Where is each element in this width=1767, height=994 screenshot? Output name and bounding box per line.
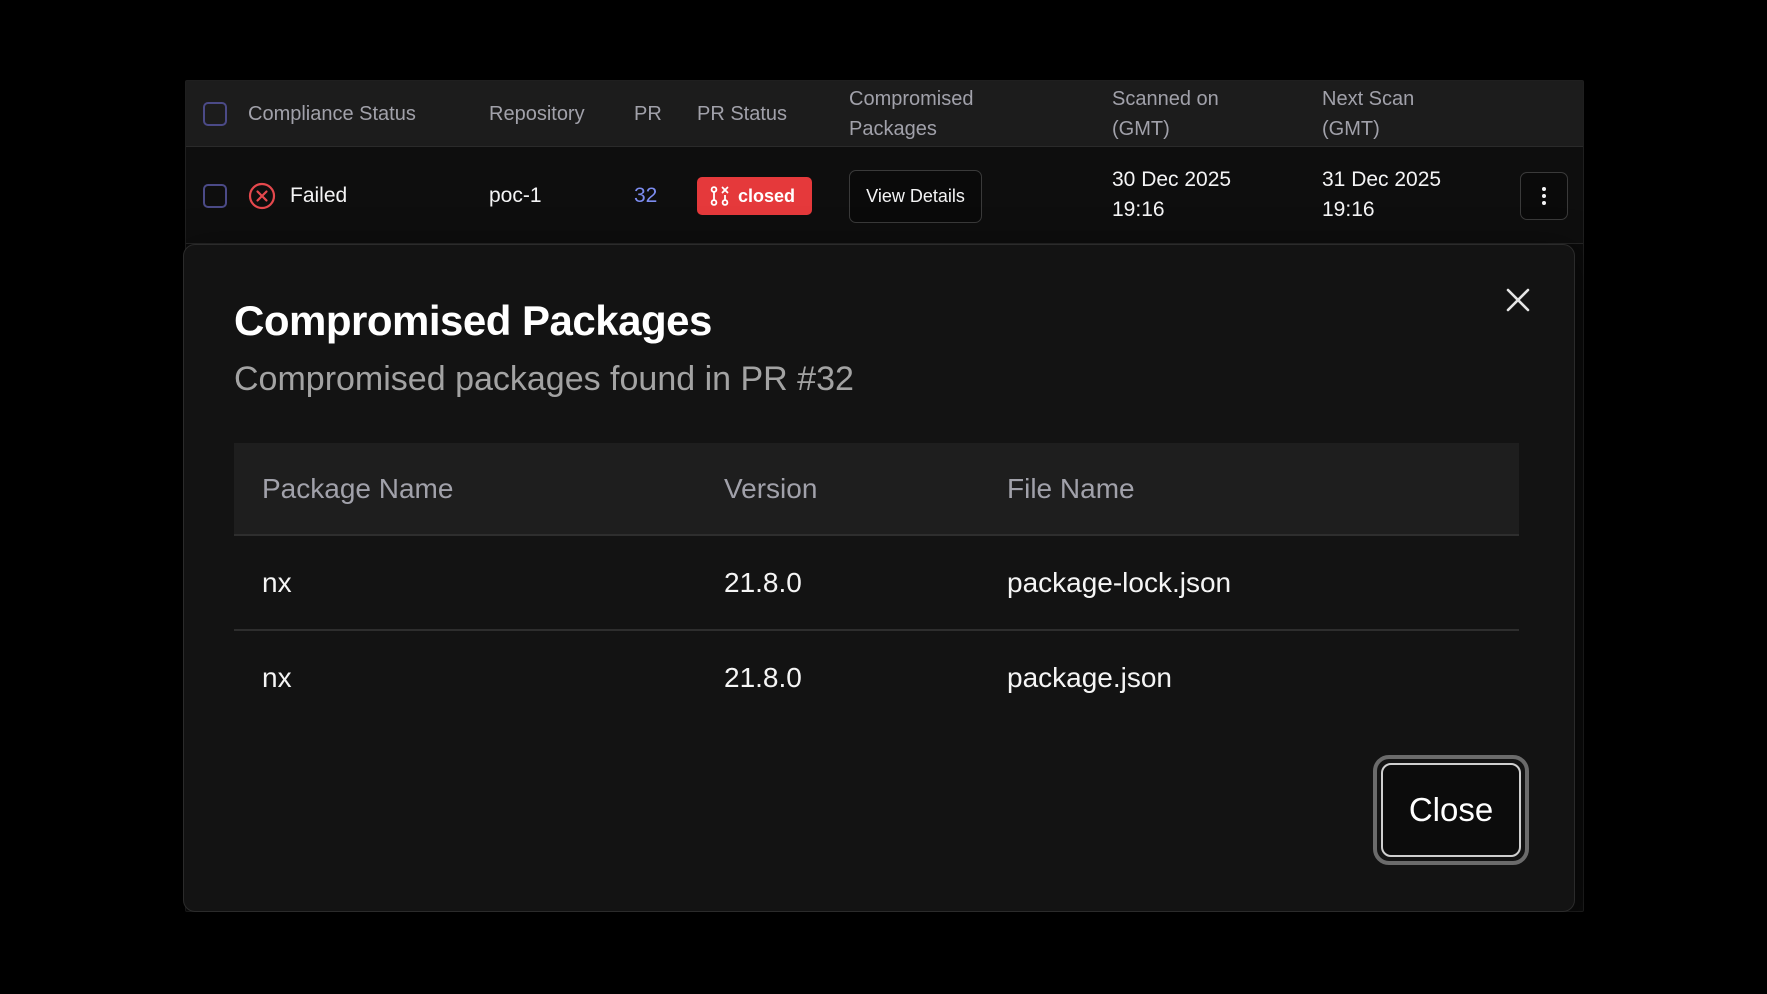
more-vertical-icon <box>1542 187 1546 205</box>
file-name-cell: package-lock.json <box>1007 567 1232 598</box>
table-row: nx 21.8.0 package.json <box>234 631 1519 726</box>
header-compromised-packages-line1: Compromised <box>849 88 974 110</box>
scanned-on-time: 19:16 <box>1112 198 1165 221</box>
header-scanned-on-line1: Scanned on <box>1112 88 1219 110</box>
dialog-subtitle: Compromised packages found in PR #32 <box>234 360 854 398</box>
packages-table-header: Package Name Version File Name <box>234 443 1519 536</box>
version-cell: 21.8.0 <box>724 662 802 693</box>
package-name-cell: nx <box>262 662 292 693</box>
select-all-checkbox[interactable] <box>203 102 227 126</box>
dialog-title: Compromised Packages <box>234 297 712 344</box>
header-scanned-on[interactable]: Scanned on (GMT) <box>1112 84 1219 144</box>
table-row: nx 21.8.0 package-lock.json <box>234 536 1519 631</box>
header-file-name: File Name <box>1007 473 1135 504</box>
scanned-on-date: 30 Dec 2025 <box>1112 168 1232 191</box>
compromised-packages-dialog: Compromised Packages Compromised package… <box>183 244 1575 912</box>
close-button-label: Close <box>1381 763 1521 857</box>
x-circle-icon <box>248 182 276 210</box>
row-select-checkbox[interactable] <box>203 184 227 208</box>
header-next-scan-line1: Next Scan <box>1322 88 1415 110</box>
close-icon <box>1506 288 1530 312</box>
dialog-close-x-button[interactable] <box>1501 283 1535 317</box>
header-next-scan-line2: (GMT) <box>1322 118 1380 140</box>
scanned-on-cell: 30 Dec 2025 19:16 <box>1112 165 1231 225</box>
header-compromised-packages-line2: Packages <box>849 118 937 140</box>
table-header: Compliance Status Repository PR PR Statu… <box>186 81 1583 147</box>
next-scan-time: 19:16 <box>1322 198 1375 221</box>
header-compliance-status[interactable]: Compliance Status <box>248 99 416 129</box>
row-actions-button[interactable] <box>1520 172 1568 220</box>
table-row[interactable]: Failed poc-1 32 closed View Details 30 D… <box>186 147 1583 244</box>
header-repository[interactable]: Repository <box>489 99 585 129</box>
next-scan-date: 31 Dec 2025 <box>1322 168 1442 191</box>
repository-name: poc-1 <box>489 184 542 207</box>
pr-status-label: closed <box>738 185 796 206</box>
header-compromised-packages[interactable]: Compromised Packages <box>849 84 973 144</box>
package-name-cell: nx <box>262 567 292 598</box>
header-scanned-on-line2: (GMT) <box>1112 118 1170 140</box>
packages-table: Package Name Version File Name nx 21.8.0… <box>234 443 1519 726</box>
compliance-status-text: Failed <box>290 184 348 207</box>
view-details-button[interactable]: View Details <box>849 170 982 223</box>
screen: Compliance Status Repository PR PR Statu… <box>0 0 1767 994</box>
pr-number-link[interactable]: 32 <box>634 181 657 211</box>
header-pr-status[interactable]: PR Status <box>697 99 787 129</box>
file-name-cell: package.json <box>1007 662 1173 693</box>
header-next-scan[interactable]: Next Scan (GMT) <box>1322 84 1414 144</box>
header-version: Version <box>724 473 818 504</box>
header-pr[interactable]: PR <box>634 99 662 129</box>
header-package-name: Package Name <box>262 473 454 504</box>
version-cell: 21.8.0 <box>724 567 802 598</box>
next-scan-cell: 31 Dec 2025 19:16 <box>1322 165 1441 225</box>
git-pull-request-closed-icon <box>710 186 729 206</box>
pr-status-badge: closed <box>697 177 812 215</box>
close-button[interactable]: Close <box>1373 755 1529 865</box>
